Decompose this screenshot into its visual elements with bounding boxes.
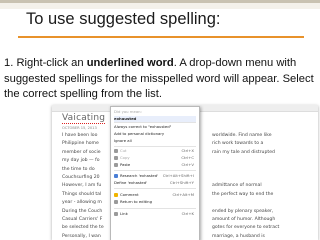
- menu-item-shortcut: Ctrl+Shift+Y: [169, 180, 194, 185]
- slide-title: To use suggested spelling:: [26, 10, 221, 28]
- doc-line-left: member of socie: [62, 149, 101, 155]
- instruction-pre: Right-click an: [16, 57, 84, 69]
- menu-define[interactable]: Define 'exhasted' Ctrl+Shift+Y: [114, 180, 196, 186]
- menu-ignore-all[interactable]: Ignore all: [114, 138, 196, 144]
- menu-item-label: exhausted: [114, 116, 137, 121]
- doc-line-right: amount of humor. Although: [212, 216, 276, 222]
- title-underline-rule: [18, 36, 304, 38]
- doc-line-left: I have been loo: [62, 133, 98, 138]
- menu-item-label: Ignore all: [114, 138, 132, 143]
- menu-item-label: Return to editing: [120, 199, 152, 204]
- doc-line-left: However, I am fu: [62, 183, 102, 189]
- doc-title: Vaicating: [62, 113, 106, 124]
- doc-line-left: my day job — fo: [62, 158, 100, 164]
- doc-line-left: year - allowing m: [62, 200, 102, 206]
- menu-always-correct[interactable]: Always correct to "exhausted": [114, 124, 196, 130]
- menu-item-label: Add to personal dictionary: [114, 131, 165, 136]
- menu-item-label: Link: [120, 211, 128, 216]
- doc-line-left: the time to do: [62, 166, 95, 172]
- menu-item-shortcut: Ctrl+V: [181, 162, 194, 167]
- copy-icon: [114, 156, 118, 160]
- menu-item-shortcut: Ctrl+X: [181, 148, 194, 153]
- spelling-context-menu: Did you mean: exhausted Always correct to …: [110, 106, 200, 240]
- menu-item-shortcut: Ctrl+Alt+M: [172, 192, 194, 197]
- doc-line-right: worldwide. Find name like: [212, 133, 272, 138]
- menu-separator: [114, 146, 196, 147]
- menu-return-editing[interactable]: Return to editing: [114, 199, 196, 205]
- return-icon: [114, 200, 118, 204]
- menu-item-label: Copy: [120, 155, 130, 160]
- doc-line-right: ended by plenary speaker,: [212, 208, 274, 214]
- menu-paste[interactable]: Paste Ctrl+V: [114, 162, 196, 168]
- menu-separator: [114, 170, 196, 171]
- doc-date: OCTOBER 15, 2013: [62, 126, 97, 130]
- slide-top-stripe: [0, 0, 320, 3]
- docs-screenshot: Vaicating OCTOBER 15, 2013 I have been l…: [52, 105, 318, 240]
- misspelled-title-word[interactable]: Vaicating: [62, 113, 106, 124]
- research-icon: [114, 174, 118, 178]
- doc-line-left: Casual Carriers' F: [62, 216, 103, 222]
- doc-line-left: Things should tal: [62, 191, 102, 197]
- doc-line-left: Philippine home: [62, 141, 99, 147]
- comment-icon: [114, 193, 118, 197]
- menu-item-label: Research 'exhasted': [120, 173, 159, 178]
- doc-line-right: the perfect way to end the: [212, 191, 274, 197]
- doc-line-right: rich work towards to a: [212, 141, 264, 147]
- doc-line-right: rain my tale and distrupted: [212, 149, 275, 155]
- menu-did-you-mean: Did you mean:: [114, 109, 196, 115]
- menu-item-label: Cut: [120, 148, 127, 153]
- doc-line-right: admittance of normal: [212, 183, 262, 189]
- menu-link[interactable]: Link Ctrl+K: [114, 211, 196, 217]
- instruction-text: 1. Right-click an underlined word. A dro…: [4, 56, 318, 103]
- menu-add-dictionary[interactable]: Add to personal dictionary: [114, 131, 196, 137]
- menu-item-shortcut: Ctrl+C: [181, 155, 194, 160]
- menu-research[interactable]: Research 'exhasted' Ctrl+Alt+Shift+I: [114, 173, 196, 179]
- slide-top-band: [0, 0, 320, 9]
- menu-copy[interactable]: Copy Ctrl+C: [114, 155, 196, 161]
- link-icon: [114, 212, 118, 216]
- menu-item-label: Always correct to "exhausted": [114, 124, 172, 129]
- doc-line-right: gotes for everyone to extract: [212, 225, 280, 231]
- menu-item-label: Define 'exhasted': [114, 180, 148, 185]
- paste-icon: [114, 163, 118, 167]
- menu-item-label: Comment: [120, 192, 139, 197]
- menu-separator: [114, 188, 196, 189]
- menu-cut[interactable]: Cut Ctrl+X: [114, 148, 196, 154]
- menu-item-shortcut: Ctrl+Alt+Shift+I: [162, 173, 194, 178]
- menu-item-shortcut: Ctrl+K: [181, 211, 194, 216]
- instruction-bold: underlined word: [86, 57, 174, 69]
- doc-line-left: Couchsurfing 20: [62, 174, 100, 180]
- doc-line-left: be selected the te: [62, 225, 104, 231]
- cut-icon: [114, 149, 118, 153]
- menu-item-label: Did you mean:: [114, 109, 142, 114]
- menu-item-label: Paste: [120, 162, 131, 167]
- menu-comment[interactable]: Comment Ctrl+Alt+M: [114, 192, 196, 198]
- menu-separator: [114, 122, 196, 123]
- doc-line-left: Personally, I wan: [62, 233, 101, 239]
- menu-separator: [114, 208, 196, 209]
- instruction-number: 1.: [4, 57, 14, 69]
- doc-line-right: marriage, a husband is: [212, 233, 265, 239]
- doc-line-left: During the Couch: [62, 208, 103, 214]
